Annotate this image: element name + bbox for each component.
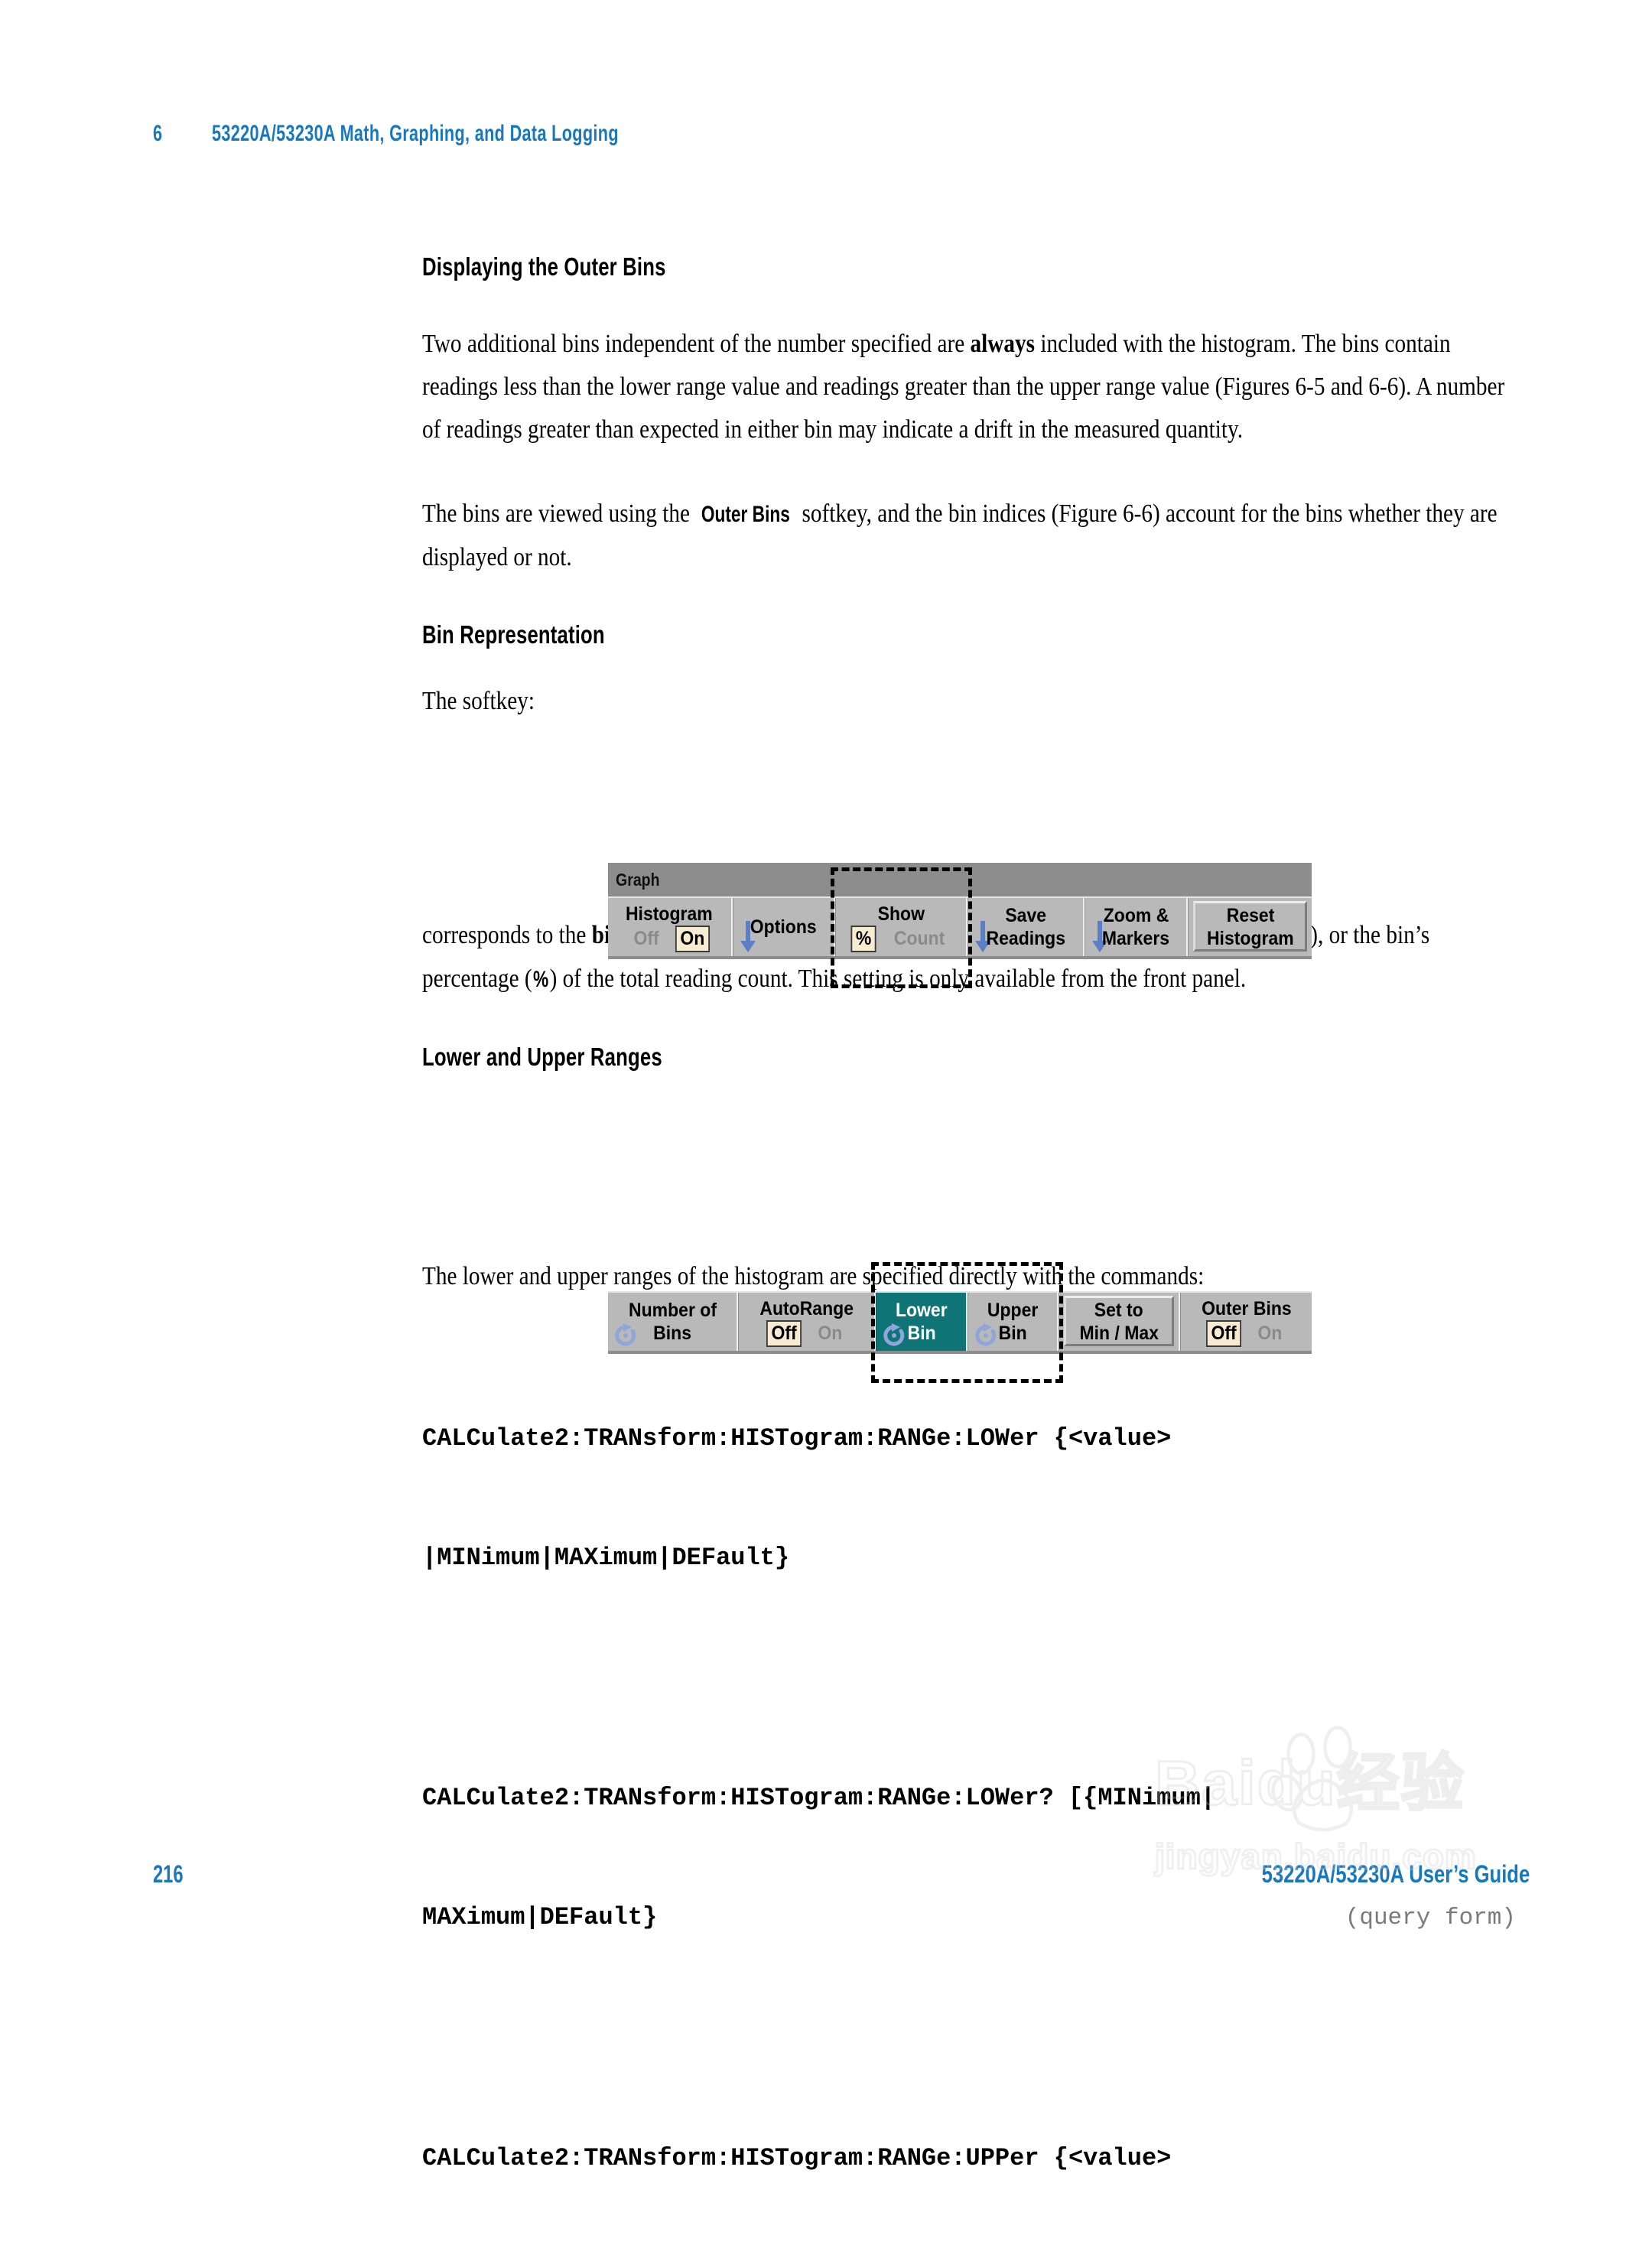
softkey-label-line1: Number of xyxy=(628,1300,717,1321)
softkey-label-line1: Show xyxy=(877,903,925,925)
softkey-label-line1: Lower xyxy=(895,1300,948,1321)
softkey-label-line1: Outer Bins xyxy=(1201,1297,1292,1319)
softkey-toggle-option-1[interactable]: Off xyxy=(629,926,664,952)
softkey-label-line1: Zoom & xyxy=(1103,905,1169,926)
footer-page-number: 216 xyxy=(153,1860,184,1888)
softkey-show[interactable]: Show% Count xyxy=(834,898,968,956)
softkey-toggle-option-2[interactable]: On xyxy=(813,1320,847,1347)
softkey-autorange[interactable]: AutoRange Off On xyxy=(738,1293,876,1351)
softkey-bar-ranges: Number of Bins AutoRange Off On Lower Bin Upper… xyxy=(608,1291,1312,1354)
softkey-reset-histogram[interactable]: Reset Histogram xyxy=(1188,898,1312,956)
softkey-row: Number of Bins AutoRange Off On Lower Bin Upper… xyxy=(608,1291,1312,1354)
scpi-cmd2-row2: MAXimum|DEFault} (query form) xyxy=(422,1898,1516,1938)
heading-lower-upper-ranges: Lower and Upper Ranges xyxy=(422,1043,662,1071)
softkey-lower-bin[interactable]: Lower Bin xyxy=(876,1293,968,1351)
softkey-label-line2: Bins xyxy=(653,1323,692,1344)
paragraph-bins-viewed: The bins are viewed using the Outer Bins… xyxy=(422,493,1515,579)
scpi-cmd2-line2: MAXimum|DEFault} xyxy=(422,1903,658,1931)
softkey-toggle-option-2[interactable]: On xyxy=(1253,1320,1287,1347)
knob-rotate-icon xyxy=(883,1323,905,1346)
softkey-toggle-option-1[interactable]: % xyxy=(850,925,877,952)
ui-term-percent: % xyxy=(533,967,549,992)
scpi-cmd2-line1: CALCulate2:TRANsform:HISTogram:RANGe:LOW… xyxy=(422,1784,1215,1812)
softkey-zoom-markers[interactable]: Zoom & Markers xyxy=(1084,898,1189,956)
para-2-before: The bins are viewed using the xyxy=(422,499,696,528)
softkey-row: Histogram Off On Options Show% Count Save Readi… xyxy=(608,896,1312,959)
softkey-save-readings[interactable]: Save Readings xyxy=(967,898,1085,956)
para-1-emphasis: always xyxy=(970,330,1036,358)
heading-displaying-outer-bins: Displaying the Outer Bins xyxy=(422,252,666,281)
scpi-command-block-1: CALCulate2:TRANsform:HISTogram:RANGe:LOW… xyxy=(422,1339,1516,1658)
softkey-toggle-option-1[interactable]: Off xyxy=(1205,1319,1241,1347)
softkey-bar-title: Graph xyxy=(608,863,1312,896)
softkey-histogram[interactable]: Histogram Off On xyxy=(608,898,733,956)
softkey-toggle[interactable]: % Count xyxy=(850,925,951,952)
softkey-label-line2: Markers xyxy=(1101,928,1170,949)
knob-rotate-icon xyxy=(615,1323,636,1346)
softkey-toggle-option-1[interactable]: Off xyxy=(766,1319,802,1347)
ui-term-outer-bins: Outer Bins xyxy=(701,502,791,527)
softkey-toggle[interactable]: Off On xyxy=(765,1319,849,1347)
figure-graph-softkey-bar: Graph Histogram Off On Options Show% Count Sav… xyxy=(608,863,1312,988)
softkey-label-line1: Upper xyxy=(987,1300,1039,1321)
softkey-options[interactable]: Options xyxy=(732,898,835,956)
scpi-command-block-3: CALCulate2:TRANsform:HISTogram:RANGe:UPP… xyxy=(422,2059,1516,2258)
softkey-set-to-min-max[interactable]: Set to Min / Max xyxy=(1058,1293,1180,1351)
scpi-cmd1-line2: |MINimum|MAXimum|DEFault} xyxy=(422,1544,790,1572)
softkey-label-line2: Bin xyxy=(998,1323,1027,1344)
para-4-a: corresponds to the xyxy=(422,921,592,949)
scpi-cmd3-line1: CALCulate2:TRANsform:HISTogram:RANGe:UPP… xyxy=(422,2144,1172,2172)
paragraph-the-softkey: The softkey: xyxy=(422,687,535,715)
para-4-d: ) of the total reading count. This setti… xyxy=(549,965,1247,993)
page-content: Displaying the Outer Bins Two additional… xyxy=(422,252,1516,2258)
softkey-label-line1: Histogram xyxy=(626,903,714,925)
softkey-toggle-option-2[interactable]: Count xyxy=(889,926,949,952)
softkey-toggle-option-2[interactable]: On xyxy=(675,925,711,952)
paragraph-outer-bins: Two additional bins independent of the n… xyxy=(422,323,1515,451)
knob-rotate-icon xyxy=(975,1323,997,1346)
softkey-label-line2: Histogram xyxy=(1206,928,1294,949)
softkey-label-line1: AutoRange xyxy=(759,1297,854,1319)
chapter-title: 53220A/53230A Math, Graphing, and Data L… xyxy=(212,121,620,146)
scpi-command-block-2: CALCulate2:TRANsform:HISTogram:RANGe:LOW… xyxy=(422,1699,1516,2018)
softkey-outer-bins[interactable]: Outer Bins Off On xyxy=(1179,1293,1312,1351)
chapter-number: 6 xyxy=(153,121,163,146)
softkey-label-line2: Readings xyxy=(986,928,1065,949)
softkey-label-line1: Set to xyxy=(1094,1300,1143,1321)
running-header: 6 53220A/53230A Math, Graphing, and Data… xyxy=(153,121,777,147)
heading-bin-representation: Bin Representation xyxy=(422,620,605,649)
softkey-label-line1: Save xyxy=(1005,905,1046,926)
softkey-label-line2: Min / Max xyxy=(1079,1323,1159,1344)
scpi-cmd1-line1: CALCulate2:TRANsform:HISTogram:RANGe:LOW… xyxy=(422,1424,1172,1453)
softkey-label-line1: Options xyxy=(750,916,817,938)
softkey-label-line2: Bin xyxy=(907,1323,936,1344)
softkey-upper-bin[interactable]: Upper Bin xyxy=(967,1293,1059,1351)
para-1-before: Two additional bins independent of the n… xyxy=(422,330,971,358)
figure-ranges-softkey-bar: Number of Bins AutoRange Off On Lower Bin Upper… xyxy=(608,1262,1312,1383)
softkey-number-of-bins[interactable]: Number of Bins xyxy=(608,1293,739,1351)
footer-guide-title: 53220A/53230A User’s Guide xyxy=(1261,1860,1530,1888)
softkey-bar-title-text: Graph xyxy=(616,869,660,890)
softkey-toggle[interactable]: Off On xyxy=(1205,1319,1289,1347)
softkey-label-line1: Reset xyxy=(1226,905,1275,926)
softkey-bar-graph: Graph Histogram Off On Options Show% Count Sav… xyxy=(608,863,1312,959)
query-form-note: (query form) xyxy=(1345,1905,1516,1931)
softkey-toggle[interactable]: Off On xyxy=(627,925,711,952)
